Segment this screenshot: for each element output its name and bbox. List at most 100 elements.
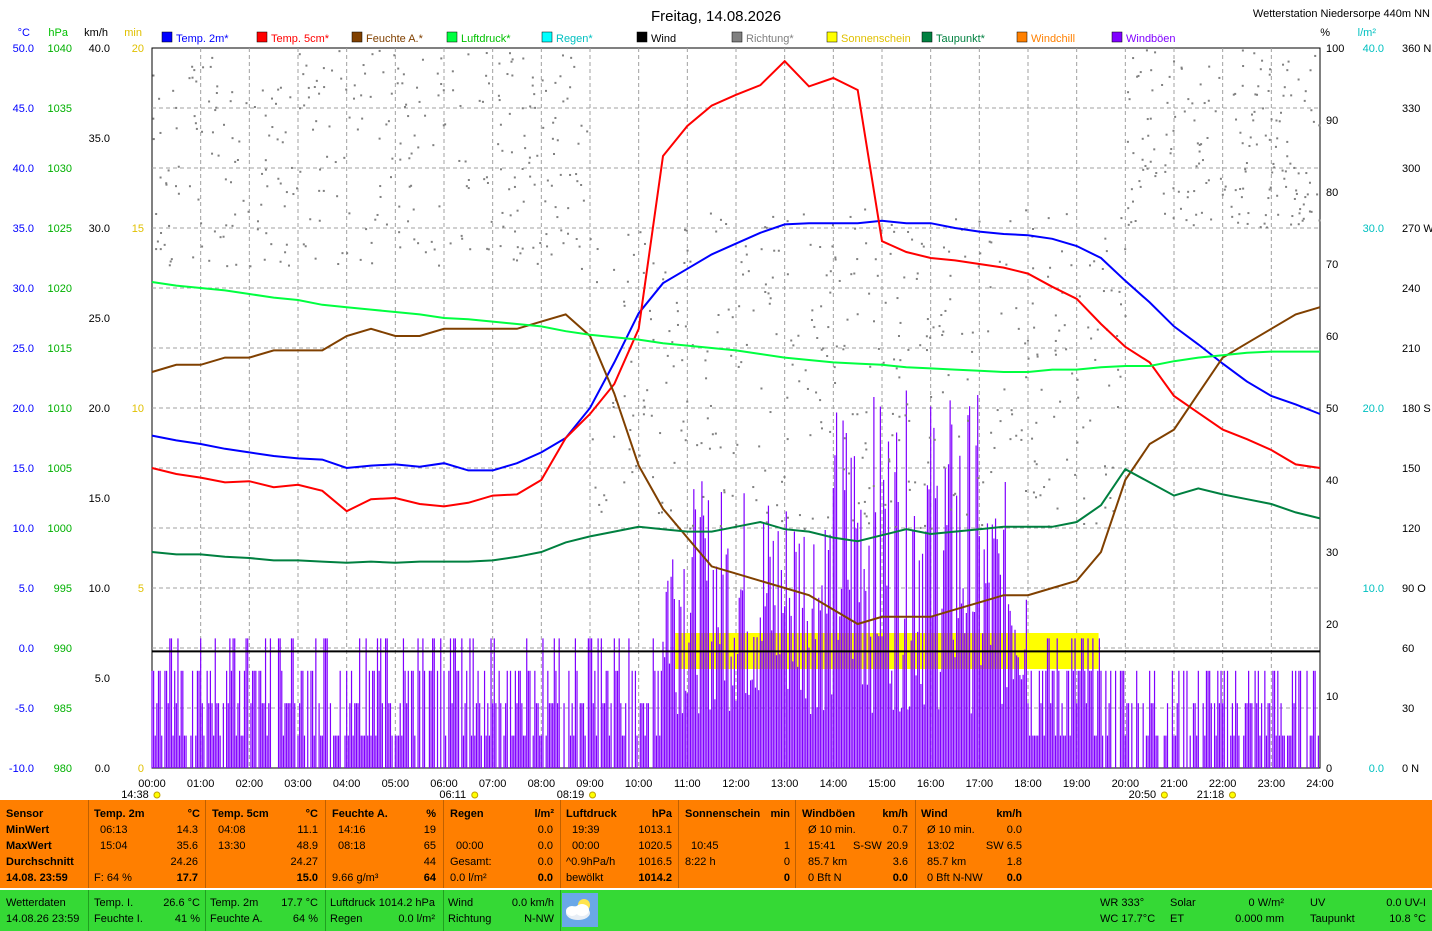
wind-current: 0.0 km/h — [511, 897, 554, 909]
direction-dot — [575, 238, 578, 241]
direction-dot — [884, 301, 887, 304]
direction-dot — [461, 237, 464, 240]
direction-dot — [1199, 83, 1202, 86]
uv-label: UV — [1310, 897, 1326, 909]
direction-dot — [595, 281, 598, 284]
row-max-label: MaxWert — [6, 840, 52, 852]
direction-dot — [632, 253, 635, 256]
tick-temp: 35.0 — [13, 223, 34, 235]
boeen-title: Windböen — [802, 808, 856, 820]
direction-dot — [1089, 419, 1092, 422]
direction-dot — [1132, 57, 1135, 60]
tick-hpa: 985 — [54, 703, 72, 715]
direction-dot — [200, 222, 203, 225]
direction-dot — [1302, 203, 1305, 206]
sonne-footer: 0 — [783, 872, 790, 884]
direction-dot — [569, 173, 572, 176]
direction-dot — [1187, 190, 1190, 193]
boeen-footer-label: 0 Bft N — [808, 872, 842, 884]
direction-dot — [566, 97, 569, 100]
direction-dot — [1111, 466, 1114, 469]
direction-dot — [356, 128, 359, 131]
direction-dot — [560, 229, 563, 232]
direction-dot — [499, 123, 502, 126]
sunrise-icon — [471, 791, 479, 799]
direction-dot — [1015, 434, 1018, 437]
direction-dot — [731, 494, 734, 497]
direction-dot — [452, 89, 455, 92]
direction-dot — [1185, 219, 1188, 222]
direction-dot — [412, 208, 415, 211]
direction-dot — [1082, 426, 1085, 429]
regen-r2-time: 00:00 — [456, 840, 484, 852]
direction-dot — [872, 485, 875, 488]
direction-dot — [1120, 303, 1123, 306]
direction-dot — [389, 176, 392, 179]
direction-dot — [338, 50, 341, 53]
direction-dot — [854, 227, 857, 230]
direction-dot — [646, 389, 649, 392]
tick-hpa: 1015 — [48, 343, 72, 355]
direction-dot — [155, 212, 158, 215]
temp-i: 26.6 °C — [163, 897, 200, 909]
direction-dot — [501, 211, 504, 214]
direction-dot — [1104, 237, 1107, 240]
direction-dot — [532, 246, 535, 249]
regen-current: 0.0 l/m² — [398, 913, 435, 925]
direction-dot — [509, 214, 512, 217]
direction-dot — [764, 290, 767, 293]
direction-dot — [1203, 102, 1206, 105]
direction-dot — [811, 517, 814, 520]
direction-dot — [740, 361, 743, 364]
wr-value: WR 333° — [1100, 897, 1145, 909]
temp2m-avg: 24.26 — [170, 856, 198, 868]
direction-dot — [993, 446, 996, 449]
regen-r1: 0.0 — [537, 824, 553, 836]
direction-dot — [764, 469, 767, 472]
direction-dot — [904, 414, 907, 417]
legend-luftdruck-label: Luftdruck* — [461, 33, 511, 45]
legend-temp2m-label: Temp. 2m* — [176, 33, 229, 45]
direction-dot — [576, 180, 579, 183]
direction-dot — [390, 92, 393, 95]
direction-dot — [979, 252, 982, 255]
direction-dot — [1128, 98, 1131, 101]
direction-dot — [1283, 86, 1286, 89]
direction-dot — [988, 240, 991, 243]
direction-dot — [672, 365, 675, 368]
direction-dot — [1032, 267, 1035, 270]
tick-lm2: 10.0 — [1363, 583, 1384, 595]
direction-dot — [868, 522, 871, 525]
direction-dot — [559, 173, 562, 176]
direction-dot — [1241, 49, 1244, 52]
temp5cm-avg: 24.27 — [290, 856, 318, 868]
tick-lm2: 40.0 — [1363, 43, 1384, 55]
direction-dot — [623, 481, 626, 484]
feuchte-i: 41 % — [174, 913, 200, 925]
direction-dot — [1245, 162, 1248, 165]
direction-dot — [1282, 94, 1285, 97]
direction-dot — [497, 94, 500, 97]
direction-dot — [594, 486, 597, 489]
direction-dot — [528, 156, 531, 159]
direction-dot — [481, 100, 484, 103]
direction-dot — [1149, 117, 1152, 120]
direction-dot — [924, 524, 927, 527]
unit-lm2: l/m² — [1358, 27, 1377, 39]
direction-dot — [513, 185, 516, 188]
direction-dot — [1241, 142, 1244, 145]
direction-dot — [313, 86, 316, 89]
tick-time: 15:00 — [868, 778, 896, 790]
luftdruck-label: Luftdruck — [330, 897, 376, 909]
direction-dot — [1162, 192, 1165, 195]
legend-luftdruck-swatch — [446, 31, 458, 43]
wind-r2-time: 13:02 — [927, 840, 955, 852]
direction-dot — [849, 215, 852, 218]
direction-dot — [1039, 494, 1042, 497]
direction-dot — [1244, 170, 1247, 173]
direction-dot — [242, 199, 245, 202]
direction-dot — [1262, 107, 1265, 110]
direction-dot — [209, 65, 212, 68]
direction-dot — [642, 271, 645, 274]
direction-dot — [831, 224, 834, 227]
